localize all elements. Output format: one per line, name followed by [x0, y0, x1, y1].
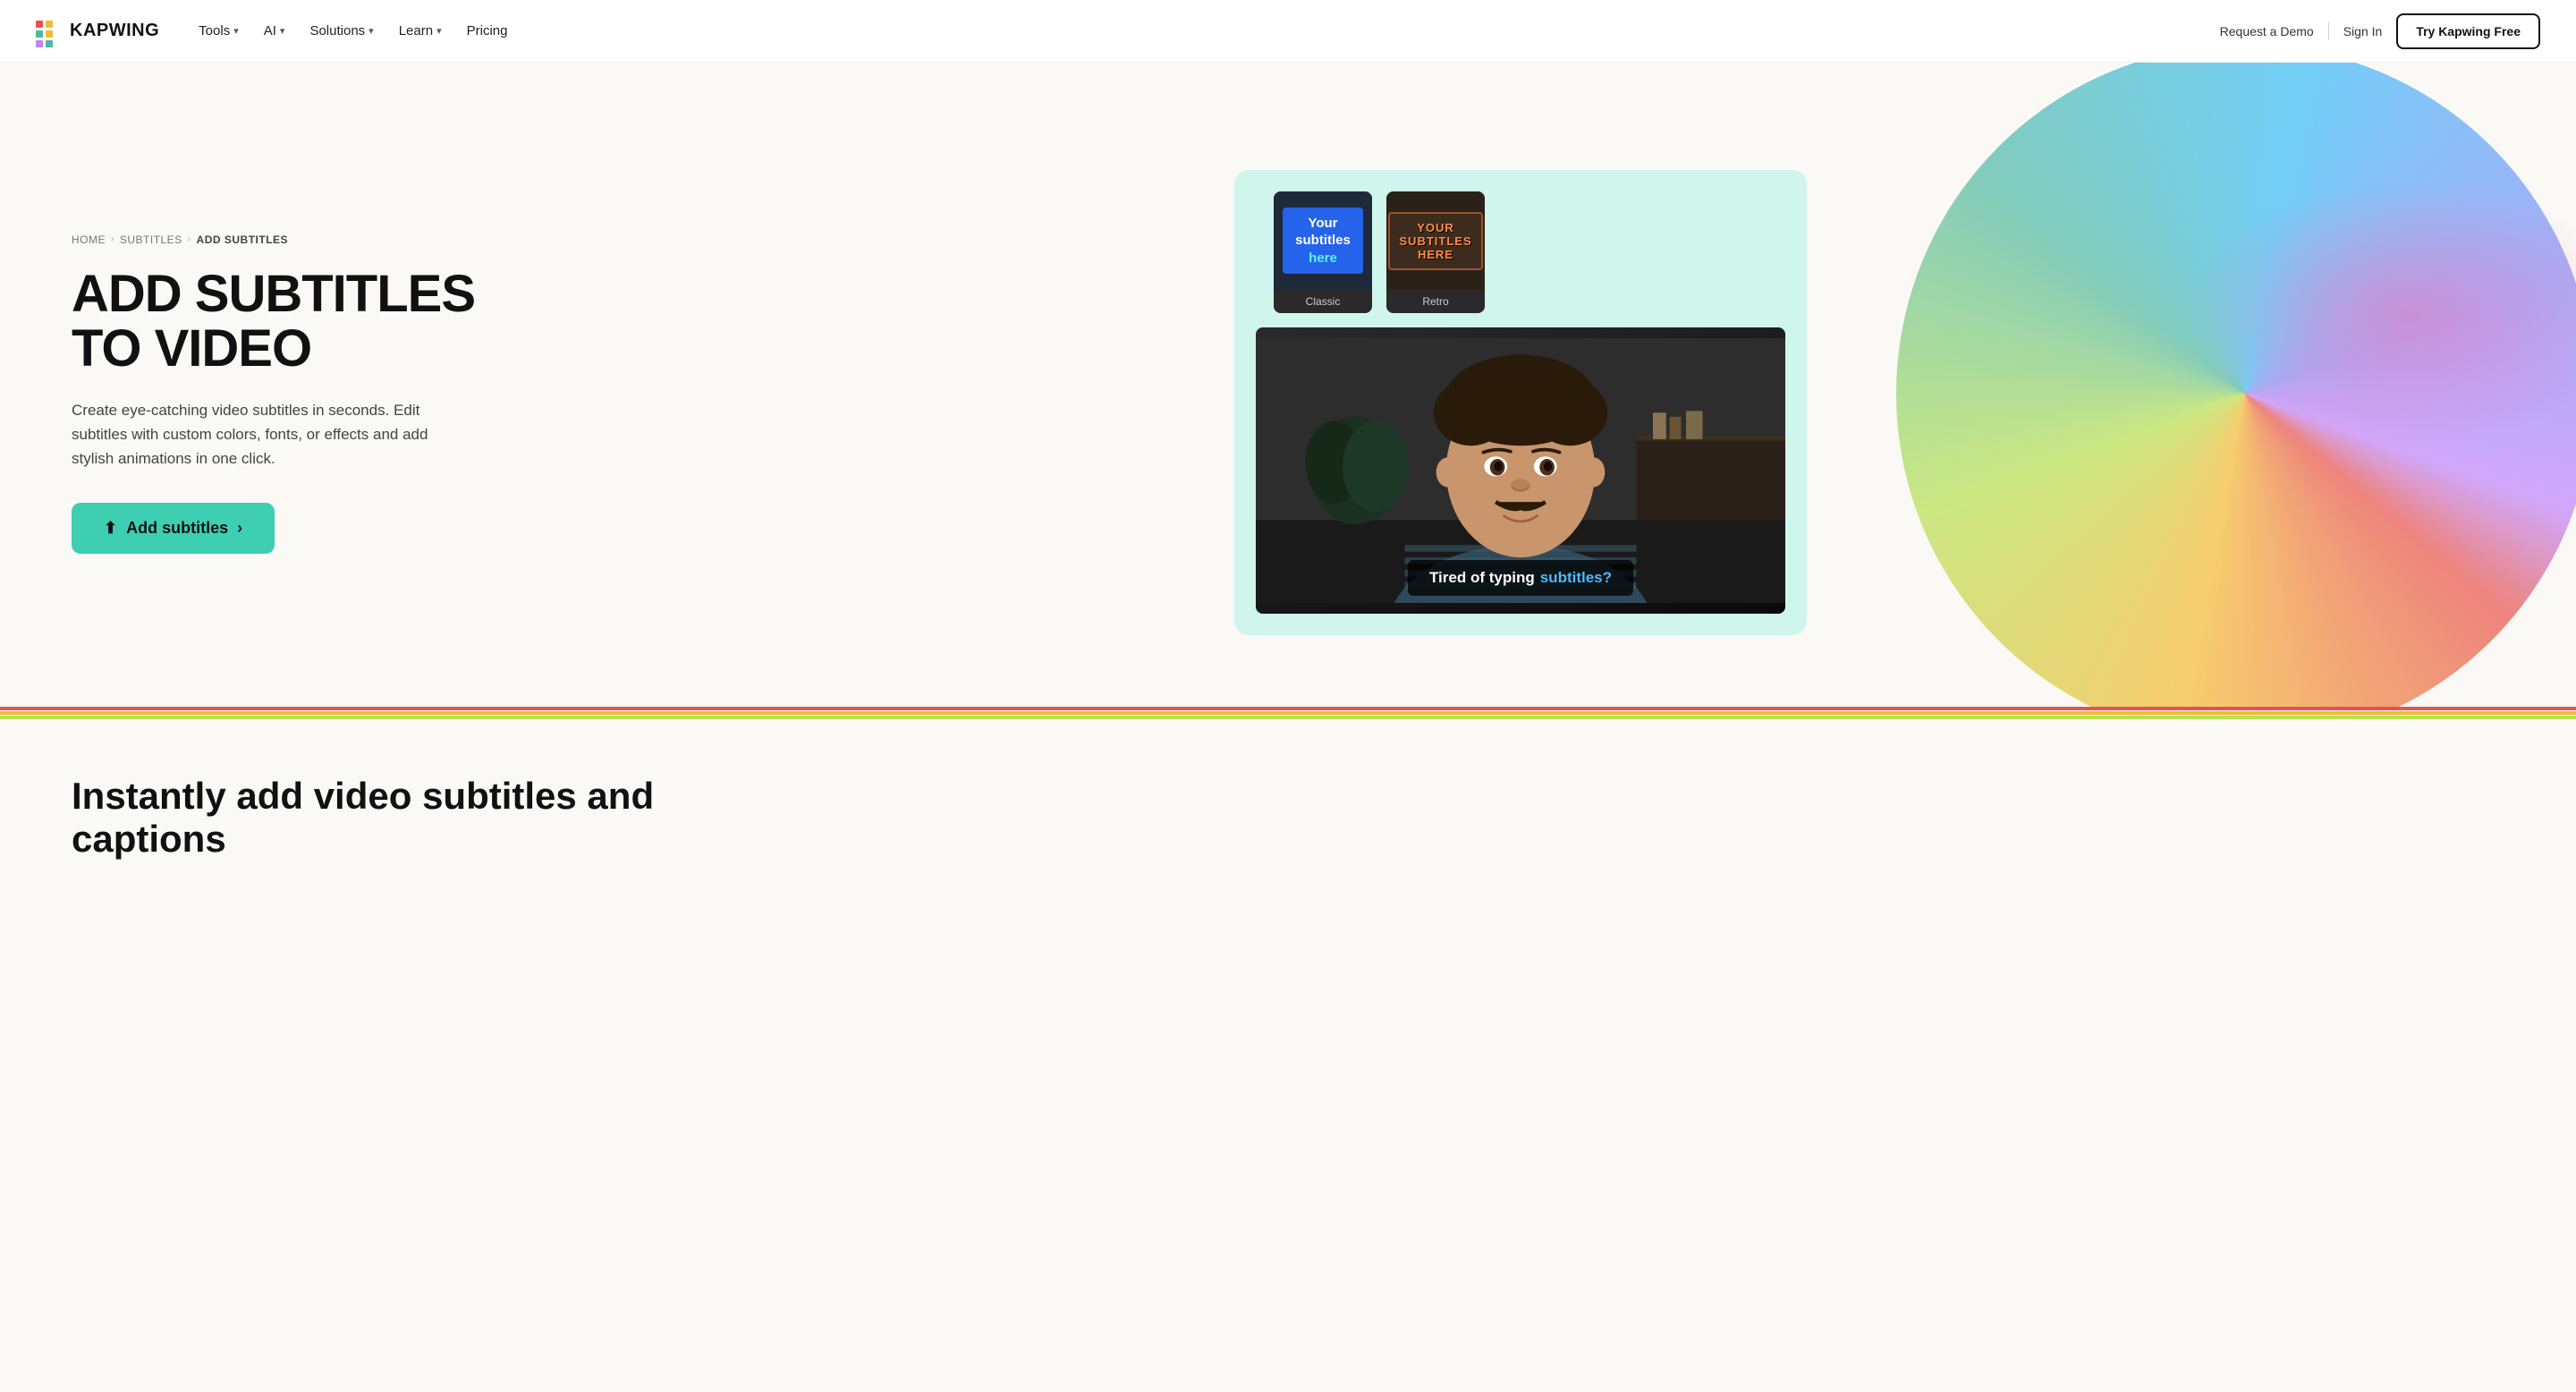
- breadcrumb-current: ADD SUBTITLES: [197, 233, 289, 246]
- breadcrumb-arrow: ›: [188, 234, 191, 244]
- bottom-title: Instantly add video subtitles and captio…: [72, 775, 2504, 861]
- breadcrumb-arrow: ›: [111, 234, 114, 244]
- navbar-left: KAPWING Tools ▾ AI ▾ Solutions ▾ Learn ▾…: [36, 16, 518, 46]
- classic-subtitle-text: Your subtitles here: [1283, 208, 1363, 275]
- chevron-down-icon: ▾: [233, 25, 239, 37]
- breadcrumb-subtitles[interactable]: SUBTITLES: [120, 233, 182, 246]
- yellow-line: [0, 711, 2576, 715]
- chevron-down-icon: ▾: [436, 25, 442, 37]
- nav-ai[interactable]: AI ▾: [253, 16, 296, 46]
- nav-tools[interactable]: Tools ▾: [188, 16, 250, 46]
- upload-icon: ⬆: [104, 519, 117, 538]
- breadcrumb: HOME › SUBTITLES › ADD SUBTITLES: [72, 233, 501, 246]
- video-subtitle-bar: Tired of typing subtitles?: [1408, 560, 1633, 596]
- green-line: [0, 716, 2576, 719]
- bottom-section: Instantly add video subtitles and captio…: [0, 721, 2576, 896]
- retro-preview: YOUR SUBTITLES HERE: [1386, 191, 1485, 290]
- request-demo-link[interactable]: Request a Demo: [2220, 24, 2314, 38]
- style-cards: Your subtitles here Classic YOUR SUBTITL…: [1256, 191, 1785, 313]
- divider: [2328, 22, 2329, 40]
- try-free-button[interactable]: Try Kapwing Free: [2396, 13, 2540, 49]
- hero-description: Create eye-catching video subtitles in s…: [72, 398, 447, 471]
- red-line: [0, 707, 2576, 710]
- logo[interactable]: KAPWING: [36, 21, 159, 42]
- style-card-classic: Your subtitles here Classic: [1274, 191, 1372, 313]
- logo-icon: [36, 21, 63, 42]
- hero-section: HOME › SUBTITLES › ADD SUBTITLES ADD SUB…: [0, 63, 2576, 707]
- hero-card: Your subtitles here Classic YOUR SUBTITL…: [1234, 170, 1807, 635]
- logo-name: KAPWING: [70, 21, 159, 41]
- nav-learn[interactable]: Learn ▾: [388, 16, 453, 46]
- color-separator: [0, 707, 2576, 721]
- retro-subtitle-text: YOUR SUBTITLES HERE: [1388, 212, 1482, 270]
- hero-title: ADD SUBTITLES TO VIDEO: [72, 267, 501, 377]
- video-preview: Tired of typing subtitles?: [1256, 327, 1785, 614]
- hero-right: Your subtitles here Classic YOUR SUBTITL…: [501, 116, 2540, 671]
- nav-solutions[interactable]: Solutions ▾: [299, 16, 384, 46]
- style-card-retro: YOUR SUBTITLES HERE Retro: [1386, 191, 1485, 313]
- add-subtitles-button[interactable]: ⬆ Add subtitles ›: [72, 503, 275, 554]
- nav-pricing[interactable]: Pricing: [456, 16, 519, 46]
- breadcrumb-home[interactable]: HOME: [72, 233, 106, 246]
- classic-preview: Your subtitles here: [1274, 191, 1372, 290]
- arrow-right-icon: ›: [237, 519, 242, 538]
- chevron-down-icon: ▾: [280, 25, 285, 37]
- sign-in-link[interactable]: Sign In: [2343, 24, 2383, 38]
- classic-label: Classic: [1274, 290, 1372, 313]
- navbar-right: Request a Demo Sign In Try Kapwing Free: [2220, 13, 2540, 49]
- hero-left: HOME › SUBTITLES › ADD SUBTITLES ADD SUB…: [72, 233, 501, 554]
- navbar: KAPWING Tools ▾ AI ▾ Solutions ▾ Learn ▾…: [0, 0, 2576, 63]
- chevron-down-icon: ▾: [369, 25, 374, 37]
- nav-links: Tools ▾ AI ▾ Solutions ▾ Learn ▾ Pricing: [188, 16, 518, 46]
- retro-label: Retro: [1386, 290, 1485, 313]
